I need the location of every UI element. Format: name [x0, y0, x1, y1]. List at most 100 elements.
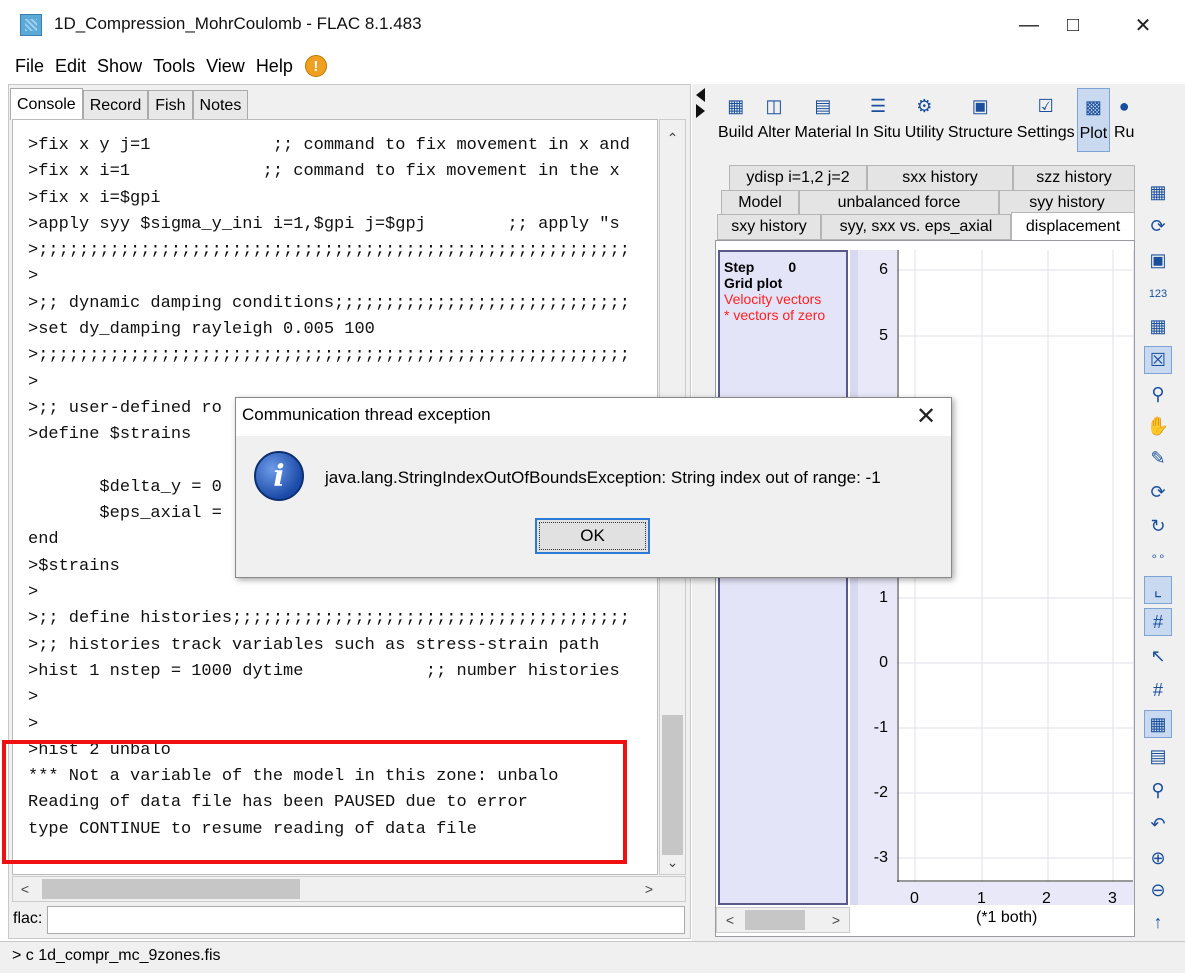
globe-icon: ● [1118, 95, 1130, 116]
axes-icon[interactable]: ⌞ [1144, 576, 1172, 604]
menu-file[interactable]: File [12, 56, 52, 77]
tab-szz-history[interactable]: szz history [1013, 165, 1135, 191]
scroll-down-icon[interactable]: ⌄ [662, 852, 683, 872]
y-tick-label: 1 [879, 589, 888, 606]
refresh-icon[interactable]: ⟳ [1144, 212, 1172, 240]
toolbar-build-button[interactable]: ▦ Build [716, 88, 756, 152]
scroll-left-icon[interactable]: < [720, 910, 740, 930]
vertical-scroll-thumb[interactable] [662, 715, 683, 855]
error-highlight-box [2, 740, 627, 864]
structure-icon: ▣ [971, 95, 989, 116]
up-arrow-icon[interactable]: ↑ [1144, 908, 1172, 936]
maximize-button[interactable]: □ [1050, 8, 1096, 42]
edit-icon[interactable]: ✎ [1144, 444, 1172, 472]
dialog-title: Communication thread exception [242, 405, 491, 424]
legend-zero-vectors: * vectors of zero [724, 307, 826, 323]
legend-scroll-thumb[interactable] [745, 910, 805, 930]
zoom-out-icon[interactable]: ⊖ [1144, 876, 1172, 904]
collapse-right-icon[interactable] [696, 104, 705, 118]
zoom-icon[interactable]: ⚲ [1144, 776, 1172, 804]
tab-console[interactable]: Console [10, 88, 83, 120]
collapse-left-icon[interactable] [696, 88, 705, 102]
undo-icon[interactable]: ↶ [1144, 810, 1172, 838]
pan-hand-icon[interactable]: ✋ [1144, 412, 1172, 440]
scroll-right-icon[interactable]: > [826, 910, 846, 930]
dialog-close-icon[interactable]: ✕ [908, 402, 944, 430]
tab-model[interactable]: Model [721, 190, 799, 216]
scroll-up-icon[interactable]: ⌃ [662, 128, 683, 148]
new-plot-icon[interactable]: ▦ [1144, 178, 1172, 206]
legend-step-label: Step [724, 259, 755, 275]
x-tick-label: 2 [1042, 890, 1051, 907]
tab-notes[interactable]: Notes [192, 90, 249, 120]
tab-sxx-history[interactable]: sxx history [867, 165, 1013, 191]
tab-unbalanced-force[interactable]: unbalanced force [799, 190, 999, 216]
toolbar-insitu-button[interactable]: ☰ In Situ [853, 88, 902, 152]
ok-button[interactable]: OK [535, 518, 650, 554]
gear-icon: ⚙ [916, 95, 933, 116]
tab-displacement[interactable]: displacement [1011, 212, 1135, 240]
y-tick-label: 0 [879, 654, 888, 671]
grid-toggle-icon[interactable]: # [1144, 608, 1172, 636]
legend-velocity: Velocity vectors [724, 291, 822, 307]
y-tick-label: -3 [873, 849, 888, 866]
checkbox-icon: ☑ [1037, 95, 1054, 116]
alter-icon: ◫ [765, 95, 783, 116]
pointer-xy-icon[interactable]: ↖ [1144, 642, 1172, 670]
legend-step-value: 0 [788, 259, 797, 275]
grid-icon: ▦ [727, 95, 745, 116]
plot-icon: ▩ [1084, 96, 1102, 117]
layers-icon[interactable]: ▤ [1144, 742, 1172, 770]
minimize-button[interactable]: — [1006, 8, 1052, 42]
console-tabs: Console Record Fish Notes [10, 88, 249, 120]
toolbar-utility-button[interactable]: ⚙ Utility [903, 88, 946, 152]
pane-toolbar: ▦ Build ◫ Alter ▤ Material ☰ In Situ ⚙ Utilit… [716, 88, 1138, 152]
material-icon: ▤ [814, 95, 832, 116]
fit-icon[interactable]: ▦ [1144, 710, 1172, 738]
tile-icon[interactable]: ▦ [1144, 312, 1172, 340]
flac-app-icon [20, 14, 42, 36]
close-plot-icon[interactable]: ☒ [1144, 346, 1172, 374]
warning-icon[interactable]: ! [304, 55, 327, 77]
toolbar-plot-button[interactable]: ▩ Plot [1076, 88, 1111, 152]
tab-record[interactable]: Record [82, 90, 149, 120]
menu-show[interactable]: Show [94, 56, 150, 77]
zoom-in-icon[interactable]: ⊕ [1144, 844, 1172, 872]
rotate-icon[interactable]: ⟳ [1144, 478, 1172, 506]
x-axis-multiplier: (*1 both) [976, 909, 1038, 926]
legend-step: Step 0 [724, 259, 796, 275]
x-tick-label: 3 [1108, 890, 1117, 907]
mesh-icon[interactable]: # [1144, 676, 1172, 704]
rotate-view-icon[interactable]: ↻ [1144, 512, 1172, 540]
horizontal-scroll-thumb[interactable] [42, 879, 300, 899]
tab-ydisp[interactable]: ydisp i=1,2 j=2 [729, 165, 867, 191]
toolbar-settings-button[interactable]: ☑ Settings [1015, 88, 1077, 152]
magnify-icon[interactable]: ⚲ [1144, 380, 1172, 408]
toolbar-structure-button[interactable]: ▣ Structure [946, 88, 1015, 152]
toolbar-material-button[interactable]: ▤ Material [792, 88, 853, 152]
info-icon: i [254, 451, 304, 501]
y-tick-label: 6 [879, 261, 888, 278]
tab-syy-sxx-vs-eps[interactable]: syy, sxx vs. eps_axial [821, 214, 1011, 240]
scroll-left-icon[interactable]: < [14, 879, 36, 899]
menu-view[interactable]: View [203, 56, 253, 77]
zoom-window-icon[interactable]: ▣ [1144, 246, 1172, 274]
tab-fish[interactable]: Fish [148, 90, 193, 120]
plot-tabs: ydisp i=1,2 j=2 sxx history szz history … [716, 162, 1136, 240]
close-window-button[interactable]: ✕ [1120, 8, 1166, 42]
x-tick-label: 0 [910, 890, 919, 907]
toolbar-alter-button[interactable]: ◫ Alter [756, 88, 793, 152]
scroll-right-icon[interactable]: > [638, 879, 660, 899]
menu-edit[interactable]: Edit [52, 56, 94, 77]
y-tick-label: -1 [873, 719, 888, 736]
link-icon[interactable]: ∘∘ [1144, 542, 1172, 570]
insitu-icon: ☰ [869, 95, 887, 116]
numbers-icon[interactable]: 123 [1144, 280, 1172, 308]
command-input[interactable] [47, 906, 685, 934]
status-text: > c 1d_compr_mc_9zones.fis [12, 947, 221, 964]
menu-help[interactable]: Help [253, 56, 301, 77]
dialog-message: java.lang.StringIndexOutOfBoundsExceptio… [325, 468, 881, 487]
toolbar-run-button[interactable]: ● Ru [1110, 88, 1138, 152]
menu-tools[interactable]: Tools [150, 56, 203, 77]
tab-sxy-history[interactable]: sxy history [717, 214, 821, 240]
